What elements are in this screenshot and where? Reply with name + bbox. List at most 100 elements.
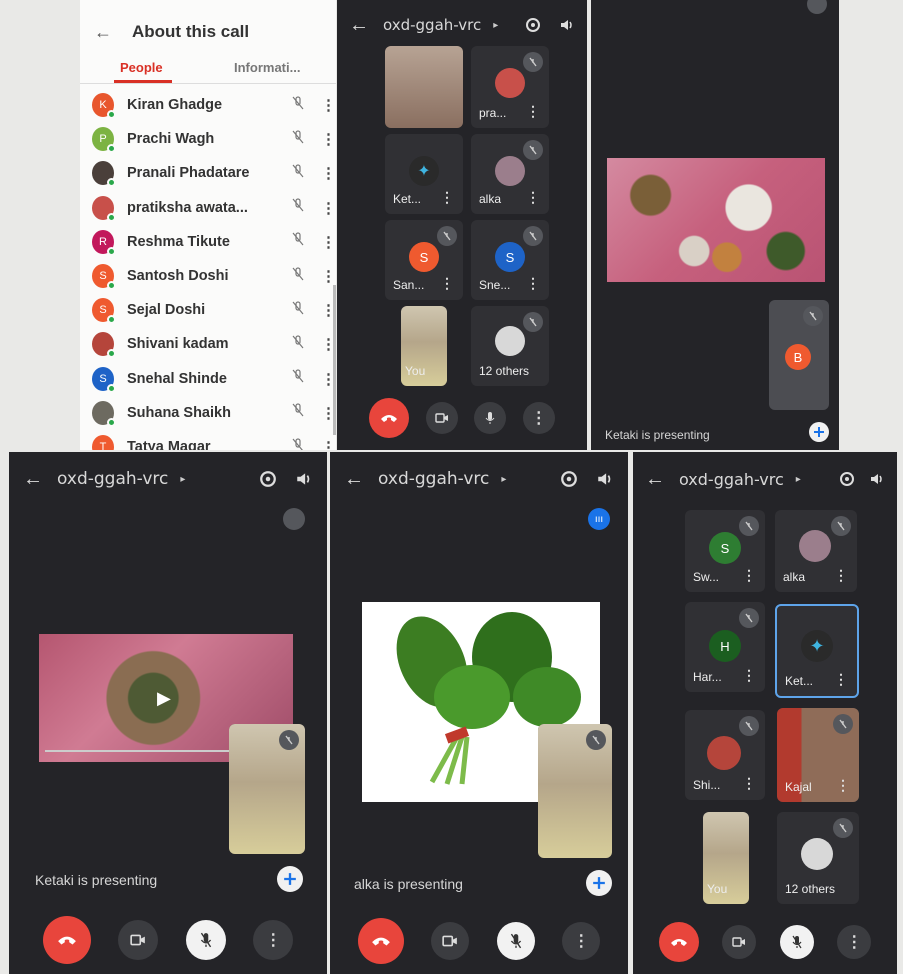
mic-muted-button[interactable]	[496, 922, 535, 960]
switch-camera-icon[interactable]	[525, 17, 541, 33]
others-tile[interactable]: 12 others	[471, 306, 549, 386]
list-item[interactable]: Suhana Shaikh ⋮	[80, 396, 336, 430]
online-dot	[107, 281, 116, 290]
switch-camera-icon[interactable]	[839, 471, 855, 487]
list-item[interactable]: S Snehal Shinde ⋮	[80, 362, 336, 396]
participant-tile-active[interactable]: ✦ Ket... ⋮	[775, 604, 859, 698]
speaker-icon[interactable]	[869, 471, 885, 487]
participant-tile[interactable]: alka ⋮	[775, 510, 857, 592]
more-vert-icon[interactable]: ⋮	[742, 775, 756, 792]
list-item[interactable]: R Reshma Tikute ⋮	[80, 225, 336, 259]
mic-button[interactable]	[474, 402, 507, 434]
meeting-code[interactable]: oxd-ggah-vrc	[383, 16, 481, 34]
switch-camera-icon[interactable]	[259, 470, 277, 488]
tab-information[interactable]: Informati...	[234, 60, 300, 75]
more-vert-icon[interactable]: ⋮	[742, 567, 756, 584]
participant-tile[interactable]: H Har... ⋮	[685, 602, 765, 692]
more-options-button[interactable]: ⋮	[562, 922, 601, 960]
more-options-button[interactable]: ⋮	[253, 920, 294, 960]
list-item[interactable]: T Tatya Magar ⋮	[80, 430, 336, 450]
back-arrow-icon[interactable]: ←	[94, 22, 112, 43]
meeting-code[interactable]: oxd-ggah-vrc	[57, 469, 168, 489]
participant-tile[interactable]: Shi... ⋮	[685, 710, 765, 800]
participant-name: alka	[479, 192, 502, 206]
more-vert-icon[interactable]: ⋮	[526, 103, 540, 120]
end-call-button[interactable]	[42, 916, 91, 964]
more-options-button[interactable]: ⋮	[522, 402, 555, 434]
more-vert-icon[interactable]: ⋮	[742, 667, 756, 684]
back-arrow-icon[interactable]: ←	[349, 14, 373, 37]
back-arrow-icon[interactable]: ←	[344, 468, 368, 491]
self-view-tile[interactable]: B	[769, 300, 829, 410]
chevron-right-icon[interactable]: ▸	[493, 20, 498, 31]
self-view-tile[interactable]	[229, 724, 305, 854]
participant-tile[interactable]: pra... ⋮	[471, 46, 549, 128]
pin-icon[interactable]	[277, 866, 303, 892]
participant-name: San...	[393, 278, 425, 292]
meeting-code[interactable]: oxd-ggah-vrc	[378, 469, 489, 489]
end-call-button[interactable]	[357, 918, 404, 964]
participant-tile[interactable]	[385, 46, 463, 128]
camera-button[interactable]	[431, 922, 470, 960]
camera-button[interactable]	[118, 920, 159, 960]
more-options-button[interactable]: ⋮	[837, 925, 872, 959]
play-icon[interactable]: ▶	[157, 688, 171, 709]
more-vert-icon[interactable]: ⋮	[526, 189, 540, 206]
speaker-icon[interactable]	[596, 470, 614, 488]
participant-tile[interactable]: Kajal ⋮	[777, 708, 859, 802]
call-grid-bottom: ← oxd-ggah-vrc ▸ S Sw... ⋮ alka ⋮ H Har.…	[633, 452, 897, 974]
participant-tile[interactable]: ✦ Ket... ⋮	[385, 134, 463, 214]
self-view-tile[interactable]	[538, 724, 612, 858]
self-view-tile[interactable]: You	[401, 306, 447, 386]
pin-icon[interactable]	[586, 870, 612, 896]
tab-people[interactable]: People	[120, 60, 163, 75]
others-tile[interactable]: 12 others	[777, 812, 859, 904]
participant-tile[interactable]: S Sw... ⋮	[685, 510, 765, 592]
list-scrollbar[interactable]	[333, 285, 336, 435]
end-call-button[interactable]	[369, 398, 410, 438]
speaker-icon[interactable]	[559, 17, 575, 33]
end-call-button[interactable]	[658, 922, 699, 962]
more-vert-icon[interactable]: ⋮	[321, 199, 336, 217]
more-vert-icon[interactable]: ⋮	[321, 130, 336, 148]
list-item[interactable]: K Kiran Ghadge ⋮	[80, 88, 336, 122]
pin-icon[interactable]	[809, 422, 829, 442]
participant-tile[interactable]: alka ⋮	[471, 134, 549, 214]
self-view-tile[interactable]: You	[703, 812, 749, 904]
participant-tile[interactable]: S Sne... ⋮	[471, 220, 549, 300]
more-vert-icon[interactable]: ⋮	[836, 777, 850, 794]
more-vert-icon[interactable]: ⋮	[834, 671, 848, 688]
more-vert-icon[interactable]: ⋮	[526, 275, 540, 292]
more-vert-icon[interactable]: ⋮	[321, 438, 336, 450]
list-item[interactable]: Pranali Phadatare ⋮	[80, 156, 336, 190]
mic-muted-button[interactable]	[185, 920, 226, 960]
more-vert-icon[interactable]: ⋮	[321, 164, 336, 182]
mic-muted-button[interactable]	[779, 925, 814, 959]
back-arrow-icon[interactable]: ←	[645, 468, 669, 491]
camera-button[interactable]	[722, 925, 757, 959]
chevron-right-icon[interactable]: ▸	[501, 474, 506, 485]
back-arrow-icon[interactable]: ←	[23, 468, 47, 491]
list-item[interactable]: S Santosh Doshi ⋮	[80, 259, 336, 293]
participant-tile[interactable]: S San... ⋮	[385, 220, 463, 300]
more-vert-icon[interactable]: ⋮	[321, 96, 336, 114]
participant-name: You	[405, 364, 426, 378]
meeting-code[interactable]: oxd-ggah-vrc	[679, 470, 784, 489]
more-vert-icon[interactable]: ⋮	[834, 567, 848, 584]
avatar	[92, 161, 116, 188]
more-vert-icon[interactable]: ⋮	[440, 275, 454, 292]
avatar	[799, 530, 831, 562]
more-vert-icon[interactable]: ⋮	[321, 267, 336, 285]
camera-button[interactable]	[425, 402, 458, 434]
speaker-icon[interactable]	[295, 470, 313, 488]
chevron-right-icon[interactable]: ▸	[180, 474, 185, 485]
more-vert-icon[interactable]: ⋮	[321, 233, 336, 251]
list-item[interactable]: P Prachi Wagh ⋮	[80, 122, 336, 156]
switch-camera-icon[interactable]	[560, 470, 578, 488]
list-item[interactable]: Shivani kadam ⋮	[80, 327, 336, 361]
list-item[interactable]: pratiksha awata... ⋮	[80, 191, 336, 225]
chevron-right-icon[interactable]: ▸	[796, 474, 801, 485]
list-item[interactable]: S Sejal Doshi ⋮	[80, 293, 336, 327]
online-dot	[107, 178, 116, 188]
more-vert-icon[interactable]: ⋮	[440, 189, 454, 206]
